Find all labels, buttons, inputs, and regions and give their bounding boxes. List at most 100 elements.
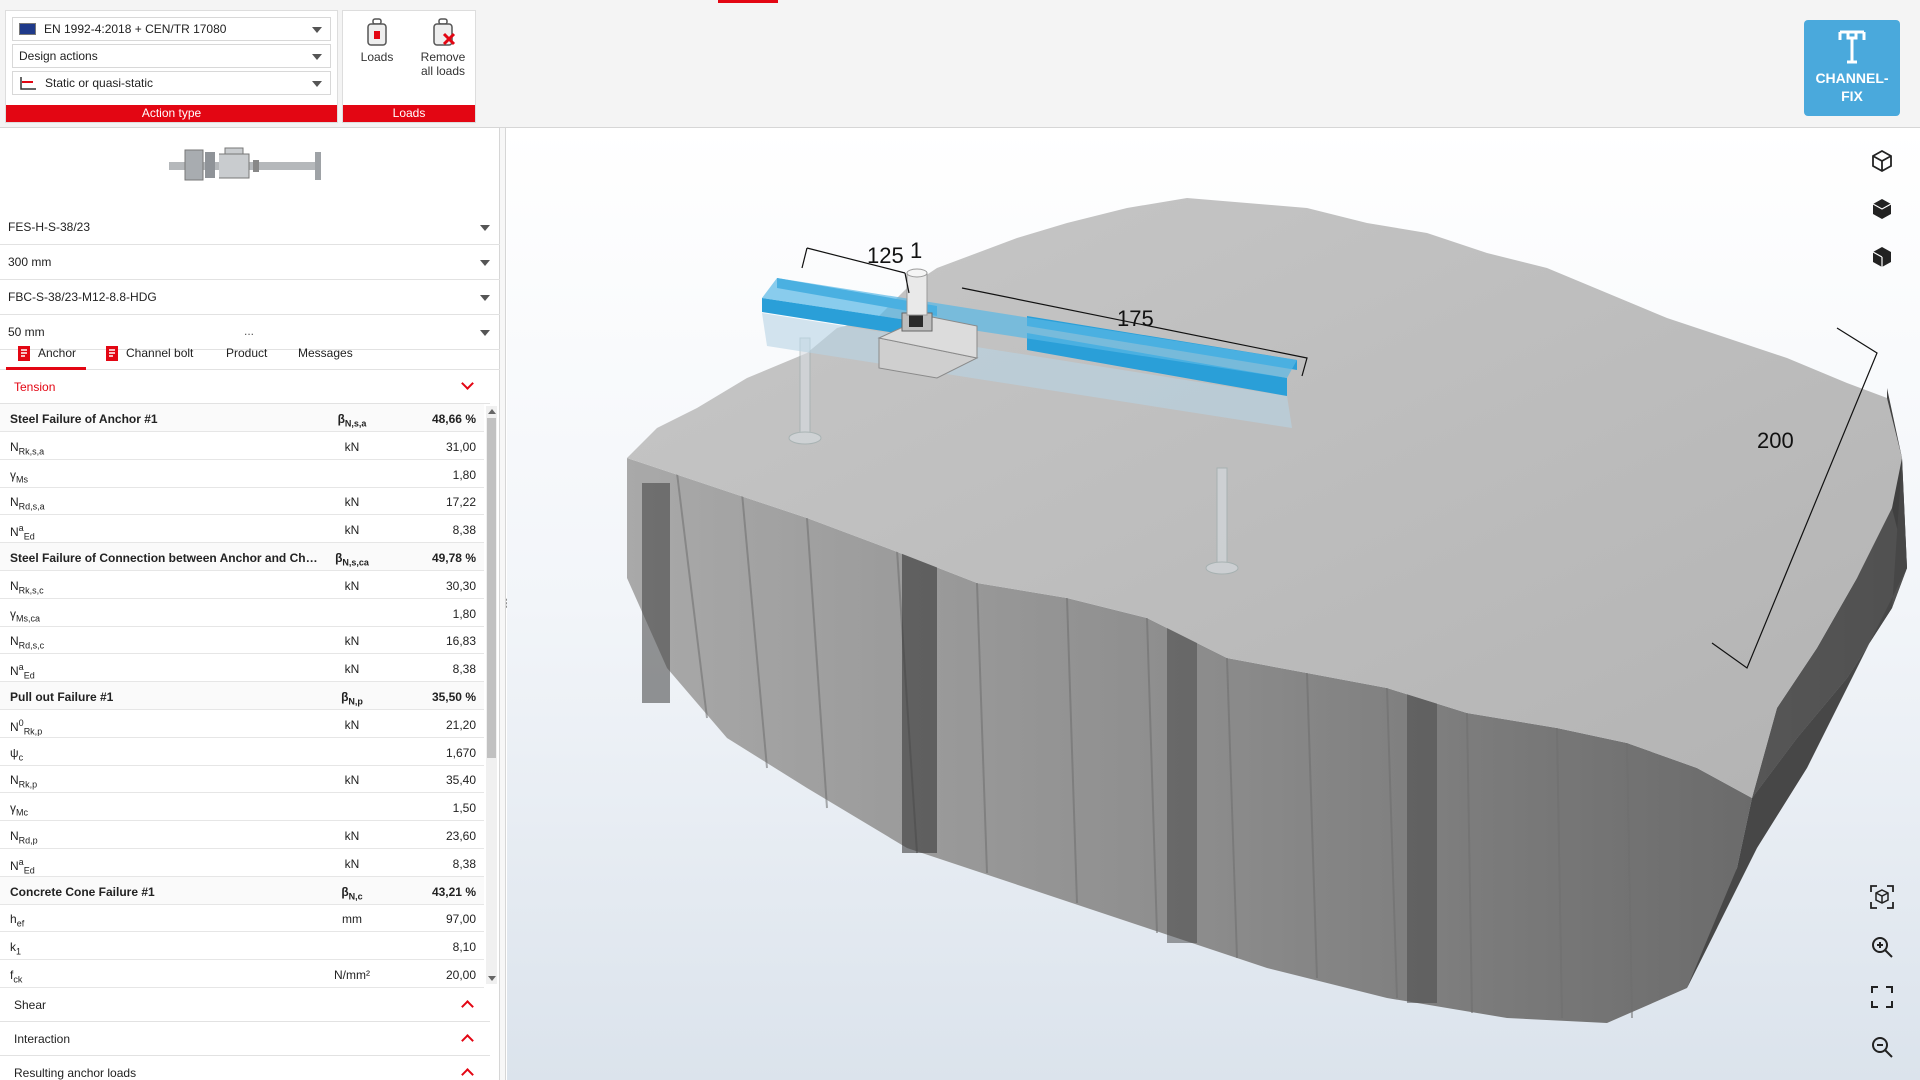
tab-channel-bolt[interactable]: Channel bolt	[106, 336, 193, 370]
result-value: 8,38	[452, 523, 476, 538]
parameter-subscript: Ms	[16, 473, 28, 484]
parameter-subscript: c	[18, 751, 24, 762]
zoom-in-button[interactable]	[1865, 930, 1899, 964]
result-unit: kN	[344, 439, 360, 454]
parameter-subscript: Rk,p	[23, 726, 43, 737]
chevron-down-icon	[461, 377, 474, 390]
tension-section-header[interactable]: Tension	[0, 370, 490, 404]
result-parameter: γMs	[10, 468, 320, 484]
resulting-loads-section-header[interactable]: Resulting anchor loads	[0, 1056, 490, 1080]
3d-viewport[interactable]: 125 1 175 200	[507, 128, 1920, 1080]
interaction-section-header[interactable]: Interaction	[0, 1022, 490, 1056]
tab-channel-bolt-label: Channel bolt	[126, 346, 194, 360]
channel-type-dropdown[interactable]: FES-H-S-38/23	[0, 210, 500, 245]
remove-all-loads-button[interactable]: Remove all loads	[413, 17, 473, 78]
fullscreen-icon	[1871, 986, 1893, 1008]
result-group-header: Steel Failure of Anchor #1 βN,s,a 48,66 %	[0, 404, 484, 432]
result-value: 8,38	[452, 856, 476, 871]
result-value: 97,00	[445, 912, 476, 927]
tab-product[interactable]: Product	[226, 336, 267, 370]
result-unit: kN	[344, 523, 360, 538]
result-value: 1,80	[452, 467, 476, 482]
loads-button[interactable]: Loads	[347, 17, 407, 64]
chevron-up-icon	[461, 1000, 474, 1013]
channel-bolt-illustration	[169, 147, 321, 181]
remove-weight-icon	[430, 17, 456, 47]
chevron-up-icon	[461, 1068, 474, 1080]
chevron-down-icon	[312, 27, 322, 33]
result-parameter: NRd,s,a	[10, 495, 320, 511]
scrollbar-thumb[interactable]	[487, 418, 496, 758]
report-icon	[18, 345, 30, 361]
result-unit: kN	[344, 495, 360, 510]
result-parameter: ψc	[10, 746, 320, 762]
result-parameter: NRk,s,a	[10, 440, 320, 456]
result-unit: kN	[344, 662, 360, 677]
design-standard-dropdown[interactable]: EN 1992-4:2018 + CEN/TR 17080	[12, 17, 331, 41]
parameter-subscript: Ed	[23, 531, 35, 542]
result-unit: kN	[344, 634, 360, 649]
parameter-symbol: N	[10, 495, 19, 510]
ribbon-toolbar: EN 1992-4:2018 + CEN/TR 17080 Design act…	[0, 0, 1920, 128]
parameter-symbol: N	[10, 578, 19, 593]
result-row: NRk,s,c kN 30,30	[0, 571, 484, 599]
result-value: 21,20	[445, 717, 476, 732]
remove-label-line2: all loads	[420, 64, 466, 78]
channel-length-value: 300 mm	[8, 255, 52, 269]
results-scrollbar[interactable]	[486, 406, 497, 984]
parameter-subscript: ef	[16, 918, 25, 929]
channel-bolt-dropdown[interactable]: FBC-S-38/23-M12-8.8-HDG	[0, 280, 500, 315]
utilization-symbol: β	[341, 884, 349, 899]
result-group-title: Steel Failure of Anchor #1	[10, 412, 158, 426]
design-actions-dropdown[interactable]: Design actions	[12, 44, 331, 68]
shear-section-label: Shear	[14, 997, 47, 1012]
parameter-symbol: N	[10, 719, 19, 734]
scroll-down-arrow-icon[interactable]	[488, 976, 496, 981]
result-parameter: Pull out Failure #1	[10, 690, 320, 704]
tab-messages[interactable]: Messages	[298, 336, 353, 370]
result-parameter: N0Rk,p	[10, 718, 320, 736]
loading-type-dropdown[interactable]: Static or quasi-static	[12, 71, 331, 95]
result-row: γMs 1,80	[0, 460, 484, 488]
result-parameter: Steel Failure of Connection between Anch…	[10, 551, 320, 565]
result-parameter: NRd,p	[10, 829, 320, 845]
channel-type-value: FES-H-S-38/23	[8, 220, 91, 234]
side-view-button[interactable]	[1865, 240, 1899, 274]
parameter-subscript: Ed	[23, 670, 35, 681]
parameter-subscript: Rd,s,a	[18, 501, 45, 512]
top-view-button[interactable]	[1865, 192, 1899, 226]
utilization-symbol-cell: βN,c	[322, 885, 382, 901]
dimension-125: 125	[867, 243, 904, 268]
result-group-title: Steel Failure of Connection between Anch…	[10, 551, 320, 565]
parameter-symbol: N	[10, 664, 19, 679]
scroll-up-arrow-icon[interactable]	[488, 409, 496, 414]
zoom-out-button[interactable]	[1865, 1030, 1899, 1064]
shear-section-header[interactable]: Shear	[0, 988, 490, 1022]
result-value: 16,83	[445, 634, 476, 649]
iso-view-button[interactable]	[1865, 144, 1899, 178]
tension-section-label: Tension	[14, 379, 56, 394]
cube-side-icon	[1872, 247, 1891, 267]
parameter-subscript: Mc	[16, 807, 28, 818]
remove-label-line1: Remove	[420, 50, 466, 64]
result-row: hef mm 97,00	[0, 904, 484, 933]
fullscreen-button[interactable]	[1865, 980, 1899, 1014]
tab-anchor[interactable]: Anchor	[18, 336, 76, 370]
result-value: 35,40	[445, 773, 476, 788]
channel-fix-logo-button[interactable]: CHANNEL- FIX	[1804, 20, 1900, 116]
parameter-subscript: Rk,p	[18, 779, 38, 790]
utilization-subscript: N,s,a	[344, 418, 367, 429]
result-row: k1 8,10	[0, 932, 484, 961]
panel-splitter[interactable]: •••	[500, 128, 512, 1080]
result-parameter: NaEd	[10, 662, 320, 680]
result-row: NRk,p kN 35,40	[0, 765, 484, 794]
shadow-flute	[642, 483, 670, 703]
utilization-subscript: N,s,ca	[342, 557, 369, 568]
zoom-in-icon	[1872, 937, 1893, 958]
active-ribbon-indicator	[718, 0, 778, 3]
parameter-symbol: N	[10, 634, 19, 649]
result-parameter: NaEd	[10, 857, 320, 875]
cube-outline-icon	[1872, 149, 1892, 173]
fit-model-button[interactable]	[1865, 880, 1899, 914]
channel-length-dropdown[interactable]: 300 mm	[0, 245, 500, 280]
